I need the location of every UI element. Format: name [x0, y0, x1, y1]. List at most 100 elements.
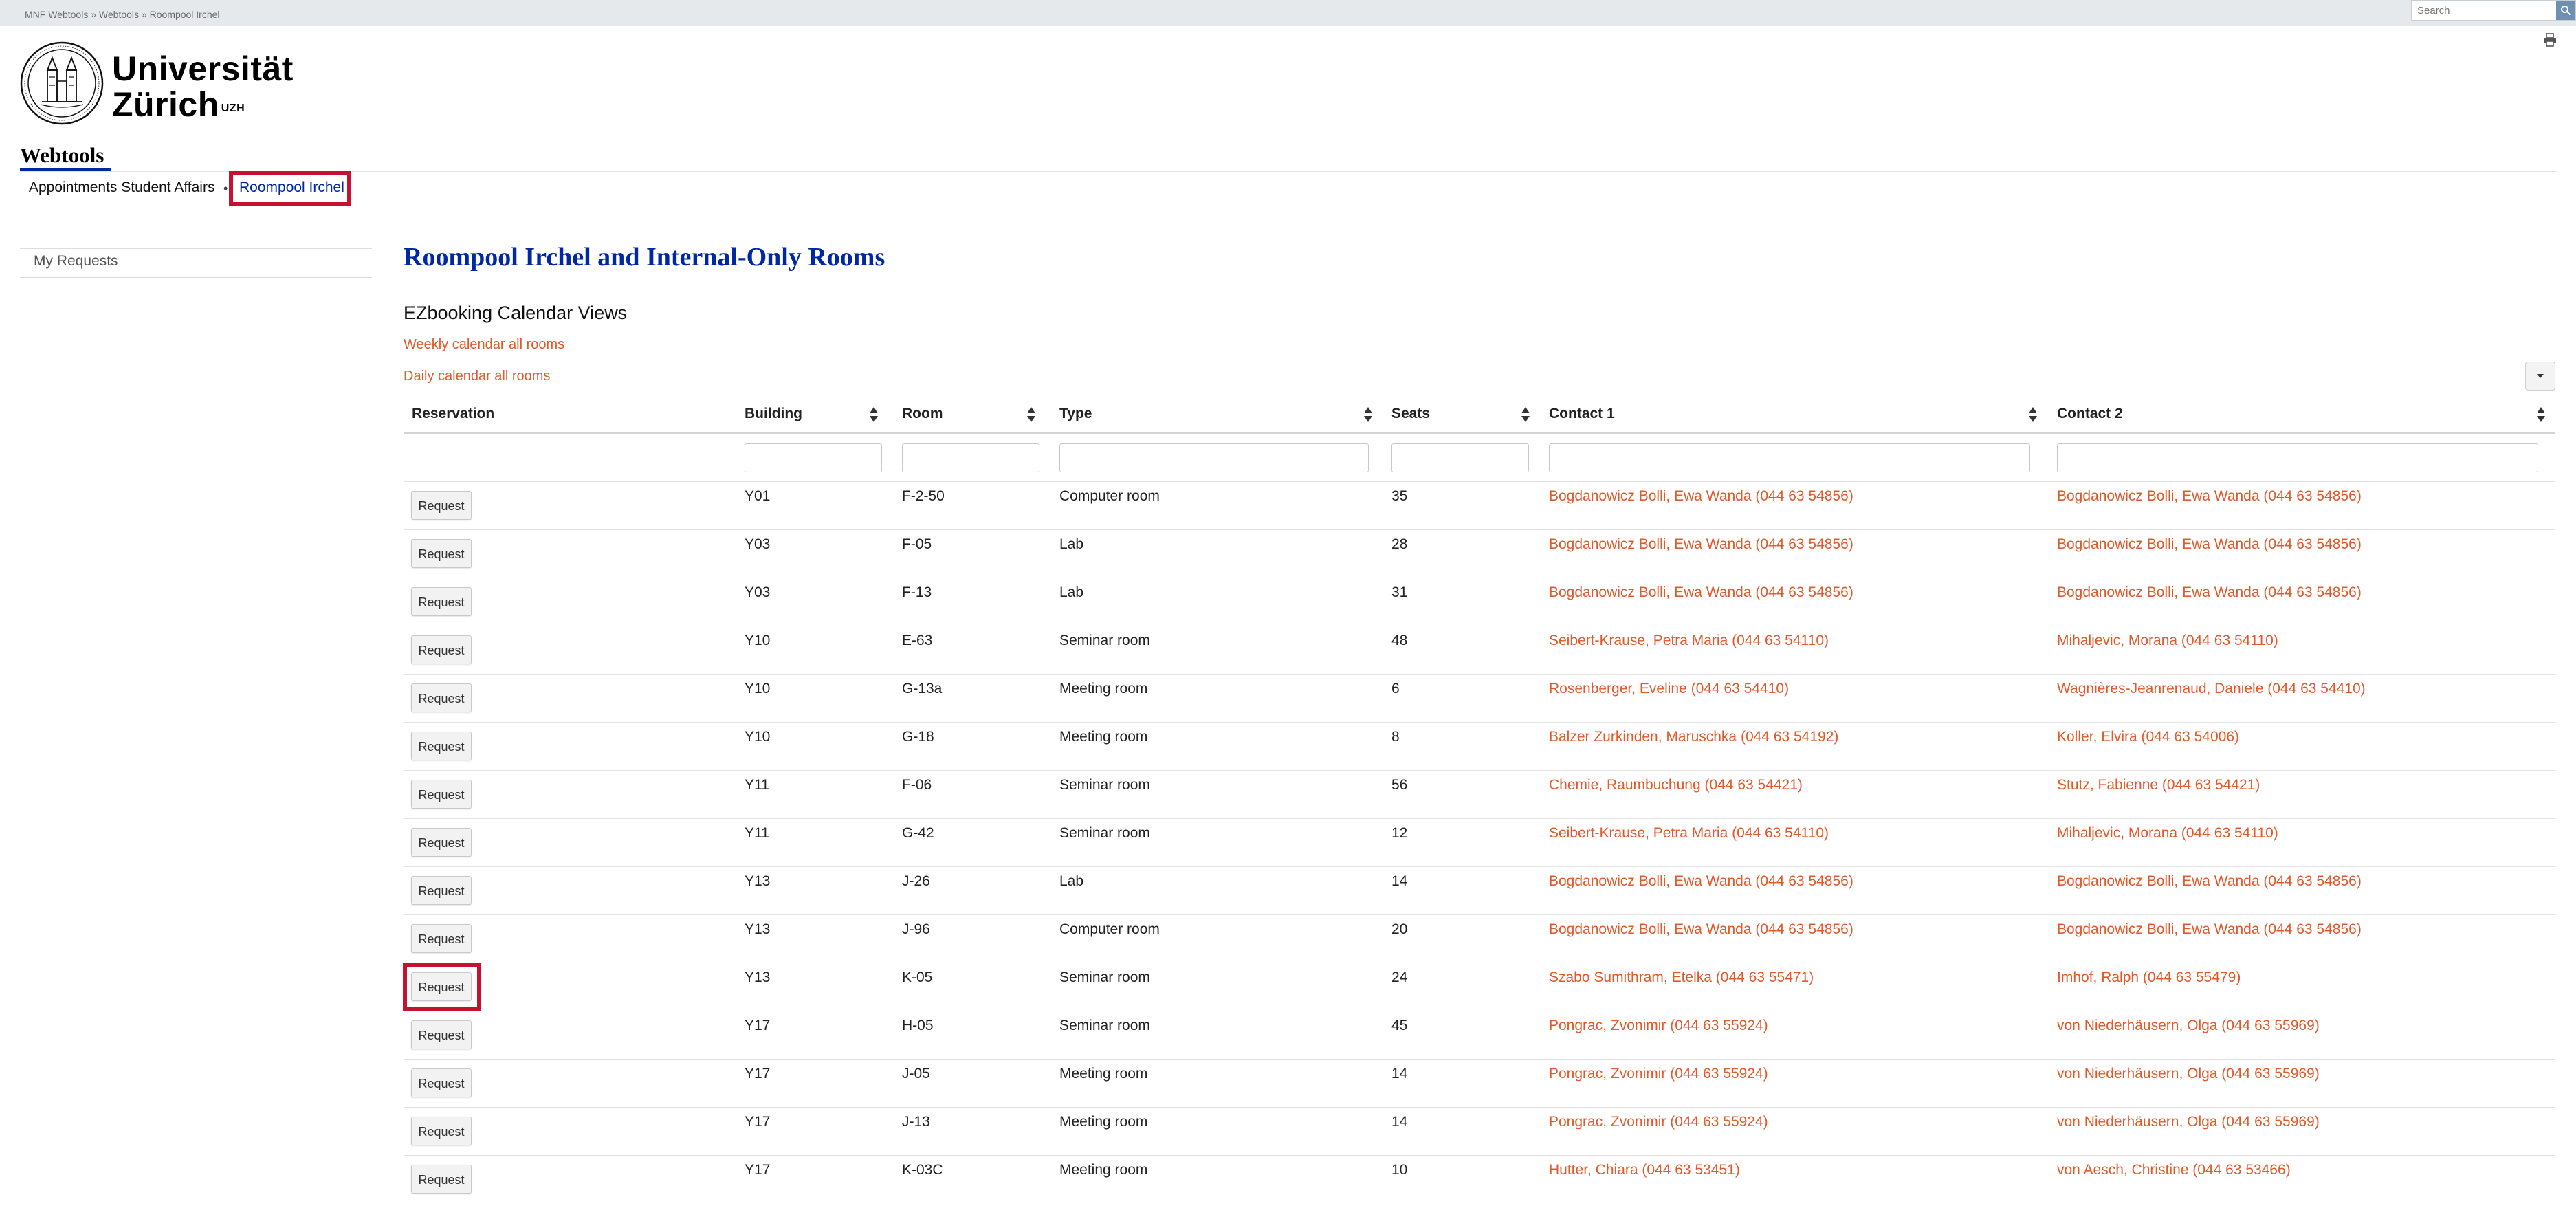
- column-visibility-button[interactable]: [2525, 362, 2555, 391]
- cell-contact2[interactable]: Bogdanowicz Bolli, Ewa Wanda (044 63 548…: [2057, 873, 2362, 890]
- request-button[interactable]: Request: [411, 828, 472, 857]
- cell-contact2[interactable]: Bogdanowicz Bolli, Ewa Wanda (044 63 548…: [2057, 921, 2362, 938]
- sort-icon[interactable]: [2536, 406, 2546, 426]
- logo-line-1: Universität: [112, 50, 294, 88]
- request-button[interactable]: Request: [411, 587, 472, 616]
- cell-seats: 48: [1391, 633, 1408, 648]
- top-bar: MNF Webtools » Webtools » Roompool Irche…: [0, 0, 2576, 26]
- cell-room: J-26: [902, 873, 930, 889]
- row-divider: [404, 722, 2555, 723]
- request-button[interactable]: Request: [411, 1117, 472, 1145]
- request-button[interactable]: Request: [411, 1068, 472, 1097]
- column-header-contact-2[interactable]: Contact 2: [2057, 406, 2123, 422]
- cell-contact1[interactable]: Bogdanowicz Bolli, Ewa Wanda (044 63 548…: [1549, 584, 1853, 601]
- breadcrumb-item[interactable]: Roompool Irchel: [150, 9, 220, 20]
- cell-contact2[interactable]: von Niederhäusern, Olga (044 63 55969): [2057, 1066, 2320, 1082]
- filter-input-building[interactable]: [745, 443, 882, 472]
- cell-seats: 45: [1391, 1018, 1408, 1033]
- cell-contact1[interactable]: Seibert-Krause, Petra Maria (044 63 5411…: [1549, 633, 1829, 649]
- cell-contact1[interactable]: Chemie, Raumbuchung (044 63 54421): [1549, 777, 1803, 793]
- row-divider: [404, 818, 2555, 819]
- column-header-seats[interactable]: Seats: [1391, 406, 1430, 422]
- column-header-room[interactable]: Room: [902, 406, 943, 422]
- nav-item-appointments[interactable]: Appointments Student Affairs: [29, 179, 214, 196]
- row-divider: [404, 914, 2555, 915]
- cell-contact2[interactable]: von Niederhäusern, Olga (044 63 55969): [2057, 1114, 2320, 1130]
- sort-icon[interactable]: [869, 406, 879, 426]
- filter-input-contact-1[interactable]: [1549, 443, 2030, 472]
- breadcrumb-item[interactable]: MNF Webtools: [25, 9, 88, 20]
- cell-contact2[interactable]: Stutz, Fabienne (044 63 54421): [2057, 777, 2260, 793]
- cell-contact1[interactable]: Balzer Zurkinden, Maruschka (044 63 5419…: [1549, 729, 1838, 745]
- cell-contact2[interactable]: von Aesch, Christine (044 63 53466): [2057, 1162, 2291, 1178]
- university-logo-text[interactable]: Universität Zürich UZH: [112, 50, 294, 122]
- university-seal[interactable]: [20, 41, 104, 129]
- cell-contact1[interactable]: Seibert-Krause, Petra Maria (044 63 5411…: [1549, 825, 1829, 842]
- column-header-building[interactable]: Building: [745, 406, 802, 422]
- breadcrumb-item[interactable]: Webtools: [99, 9, 139, 20]
- cell-room: J-05: [902, 1066, 930, 1082]
- site-title[interactable]: Webtools: [20, 143, 104, 168]
- column-header-contact-1[interactable]: Contact 1: [1549, 406, 1615, 422]
- sort-icon[interactable]: [1363, 406, 1373, 426]
- cell-contact2[interactable]: Mihaljevic, Morana (044 63 54110): [2057, 825, 2278, 842]
- cell-contact1[interactable]: Pongrac, Zvonimir (044 63 55924): [1549, 1066, 1768, 1082]
- print-button[interactable]: [2543, 33, 2557, 50]
- nav-item-roompool[interactable]: Roompool Irchel: [239, 179, 344, 196]
- request-button[interactable]: Request: [411, 876, 472, 905]
- cell-seats: 14: [1391, 1114, 1408, 1130]
- cell-contact1[interactable]: Bogdanowicz Bolli, Ewa Wanda (044 63 548…: [1549, 873, 1853, 890]
- weekly-calendar-link[interactable]: Weekly calendar all rooms: [404, 337, 564, 353]
- cell-seats: 14: [1391, 1066, 1408, 1082]
- filter-input-type[interactable]: [1059, 443, 1369, 472]
- cell-contact2[interactable]: Koller, Elvira (044 63 54006): [2057, 729, 2239, 745]
- request-button[interactable]: Request: [411, 491, 472, 520]
- cell-contact2[interactable]: Bogdanowicz Bolli, Ewa Wanda (044 63 548…: [2057, 584, 2362, 601]
- request-button[interactable]: Request: [411, 1165, 472, 1194]
- cell-contact1[interactable]: Pongrac, Zvonimir (044 63 55924): [1549, 1018, 1768, 1034]
- filter-input-contact-2[interactable]: [2057, 443, 2538, 472]
- search-input[interactable]: [2412, 1, 2567, 20]
- cell-contact2[interactable]: von Niederhäusern, Olga (044 63 55969): [2057, 1018, 2320, 1034]
- sidebar-item-my-requests[interactable]: My Requests: [34, 253, 118, 270]
- cell-seats: 12: [1391, 825, 1408, 841]
- request-button[interactable]: Request: [411, 683, 472, 712]
- cell-contact2[interactable]: Bogdanowicz Bolli, Ewa Wanda (044 63 548…: [2057, 488, 2362, 505]
- cell-contact1[interactable]: Pongrac, Zvonimir (044 63 55924): [1549, 1114, 1768, 1130]
- site-title-underline: [20, 168, 111, 171]
- cell-contact1[interactable]: Bogdanowicz Bolli, Ewa Wanda (044 63 548…: [1549, 921, 1853, 938]
- request-button[interactable]: Request: [411, 732, 472, 760]
- cell-seats: 24: [1391, 969, 1408, 985]
- cell-room: F-2-50: [902, 488, 945, 504]
- request-button[interactable]: Request: [411, 924, 472, 953]
- sort-icon[interactable]: [1521, 406, 1530, 426]
- cell-contact1[interactable]: Rosenberger, Eveline (044 63 54410): [1549, 681, 1789, 697]
- cell-contact2[interactable]: Imhof, Ralph (044 63 55479): [2057, 969, 2241, 986]
- cell-contact2[interactable]: Mihaljevic, Morana (044 63 54110): [2057, 633, 2278, 649]
- cell-room: F-05: [902, 536, 932, 552]
- row-divider: [404, 1059, 2555, 1060]
- cell-contact1[interactable]: Hutter, Chiara (044 63 53451): [1549, 1162, 1740, 1178]
- column-header-type[interactable]: Type: [1059, 406, 1092, 422]
- search-button[interactable]: [2556, 1, 2575, 20]
- request-button[interactable]: Request: [411, 1020, 472, 1049]
- filter-input-room[interactable]: [902, 443, 1039, 472]
- cell-building: Y10: [745, 633, 771, 648]
- request-button[interactable]: Request: [411, 780, 472, 809]
- cell-contact1[interactable]: Bogdanowicz Bolli, Ewa Wanda (044 63 548…: [1549, 536, 1853, 553]
- header-divider: [20, 171, 2557, 172]
- sort-icon[interactable]: [1026, 406, 1036, 426]
- filter-input-seats[interactable]: [1391, 443, 1529, 472]
- sort-icon[interactable]: [2028, 406, 2038, 426]
- cell-contact2[interactable]: Wagnières-Jeanrenaud, Daniele (044 63 54…: [2057, 681, 2366, 697]
- daily-calendar-link[interactable]: Daily calendar all rooms: [404, 369, 550, 384]
- cell-contact2[interactable]: Bogdanowicz Bolli, Ewa Wanda (044 63 548…: [2057, 536, 2362, 553]
- cell-room: J-96: [902, 921, 930, 937]
- cell-contact1[interactable]: Szabo Sumithram, Etelka (044 63 55471): [1549, 969, 1814, 986]
- cell-building: Y01: [745, 488, 771, 504]
- cell-contact1[interactable]: Bogdanowicz Bolli, Ewa Wanda (044 63 548…: [1549, 488, 1853, 505]
- request-button[interactable]: Request: [411, 539, 472, 568]
- page-title: Roompool Irchel and Internal-Only Rooms: [404, 243, 885, 272]
- print-icon: [2544, 33, 2556, 47]
- request-button[interactable]: Request: [411, 635, 472, 664]
